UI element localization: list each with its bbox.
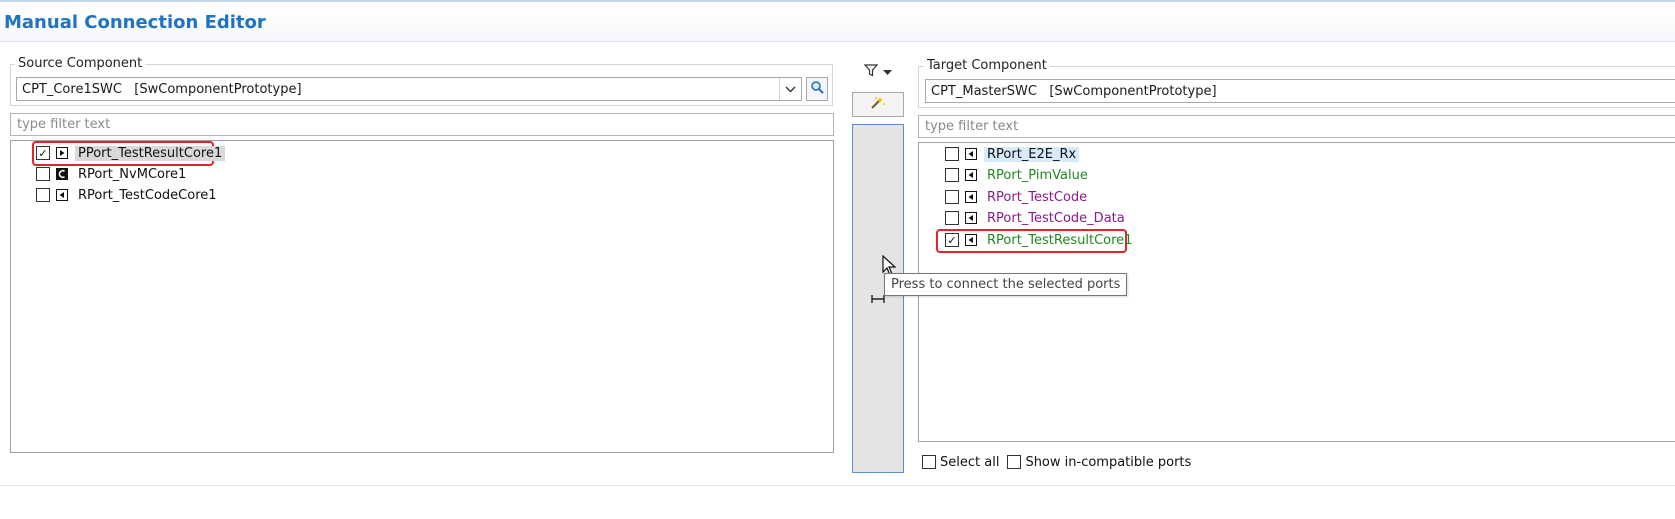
auto-connect-button[interactable] <box>852 92 904 117</box>
target-component-combo[interactable]: CPT_MasterSWC [SwComponentPrototype] <box>925 79 1675 103</box>
target-port-row[interactable]: ✓ RPort_TestResultCore1 <box>945 230 1135 250</box>
source-component-combo[interactable]: CPT_Core1SWC [SwComponentPrototype] <box>16 77 802 101</box>
target-port-checkbox[interactable] <box>945 168 959 182</box>
target-port-row[interactable]: RPort_TestCode_Data <box>945 208 1128 228</box>
source-port-row[interactable]: ✓ PPort_TestResultCore1 <box>36 143 226 163</box>
target-port-label: RPort_TestCode_Data <box>987 210 1125 226</box>
rport-icon <box>965 212 977 224</box>
magic-wand-icon <box>870 96 886 114</box>
source-component-label: Source Component <box>15 56 146 71</box>
show-incompatible-option[interactable]: Show in-compatible ports <box>1007 455 1191 470</box>
chevron-down-icon[interactable] <box>779 78 801 100</box>
target-port-checkbox[interactable] <box>945 211 959 225</box>
source-port-row[interactable]: RPort_TestCodeCore1 <box>36 185 220 205</box>
rport-icon <box>965 148 977 160</box>
target-port-checkbox[interactable] <box>945 190 959 204</box>
search-component-button[interactable] <box>806 77 828 101</box>
filter-dropdown-button[interactable] <box>858 62 898 82</box>
target-port-label: RPort_E2E_Rx <box>984 146 1080 162</box>
source-port-row[interactable]: RPort_NvMCore1 <box>36 164 189 184</box>
pport-icon <box>56 147 68 159</box>
target-component-label: Target Component <box>924 58 1050 73</box>
title-bar: Manual Connection Editor <box>0 0 1675 42</box>
search-icon <box>810 80 824 98</box>
rport-icon <box>965 169 977 181</box>
source-component-value: CPT_Core1SWC [SwComponentPrototype] <box>22 82 302 97</box>
target-port-checkbox[interactable] <box>945 147 959 161</box>
source-filter-input[interactable] <box>10 113 834 136</box>
target-port-checkbox[interactable]: ✓ <box>945 233 959 247</box>
source-port-label: RPort_NvMCore1 <box>78 166 187 182</box>
target-port-label: RPort_TestResultCore1 <box>987 232 1133 248</box>
target-component-value: CPT_MasterSWC [SwComponentPrototype] <box>931 84 1217 99</box>
select-all-option[interactable]: Select all <box>922 455 999 470</box>
show-incompatible-label: Show in-compatible ports <box>1025 454 1192 470</box>
rport-icon <box>965 234 977 246</box>
rport-icon <box>56 189 68 201</box>
show-incompatible-checkbox[interactable] <box>1007 455 1022 469</box>
filter-icon <box>863 63 879 81</box>
target-options: Select all Show in-compatible ports <box>922 452 1193 472</box>
source-port-checkbox[interactable]: ✓ <box>36 146 50 160</box>
target-port-row[interactable]: RPort_E2E_Rx <box>945 144 1080 164</box>
connect-icon <box>871 293 885 308</box>
rport-icon <box>965 191 977 203</box>
chevron-down-icon <box>883 65 892 80</box>
target-filter-input[interactable] <box>918 115 1675 138</box>
bottom-divider <box>0 485 1675 486</box>
select-all-label: Select all <box>940 454 1000 470</box>
select-all-checkbox[interactable] <box>922 455 936 469</box>
target-port-row[interactable]: RPort_TestCode <box>945 187 1090 207</box>
target-port-label: RPort_PimValue <box>987 167 1088 183</box>
connect-tooltip: Press to connect the selected ports <box>884 273 1128 296</box>
connect-ports-button[interactable] <box>852 124 904 473</box>
source-port-label: PPort_TestResultCore1 <box>75 145 226 161</box>
target-port-row[interactable]: RPort_PimValue <box>945 165 1091 185</box>
nvm-port-icon <box>56 168 68 180</box>
editor-title: Manual Connection Editor <box>4 12 266 33</box>
source-port-checkbox[interactable] <box>36 167 50 181</box>
source-port-checkbox[interactable] <box>36 188 50 202</box>
target-port-label: RPort_TestCode <box>987 189 1088 205</box>
source-port-label: RPort_TestCodeCore1 <box>78 187 217 203</box>
